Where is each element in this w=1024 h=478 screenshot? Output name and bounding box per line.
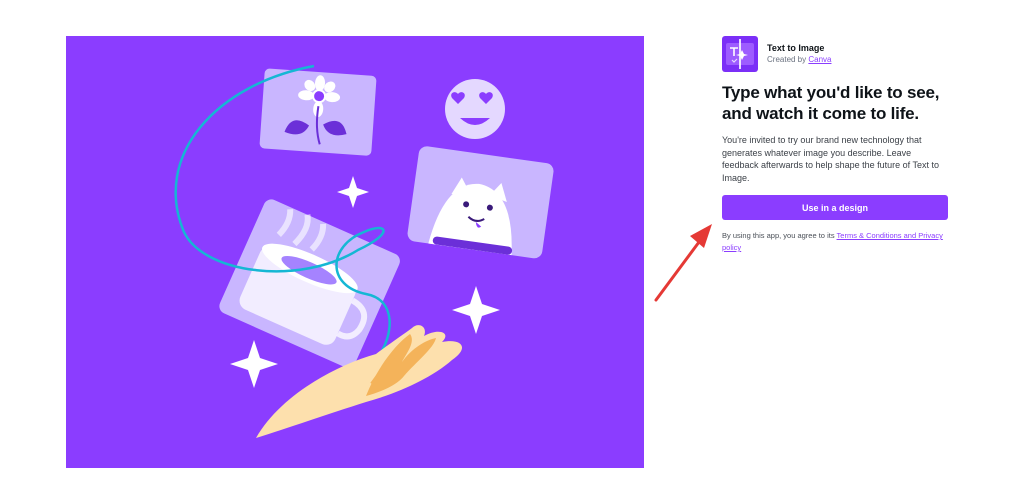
annotation-arrow: [654, 224, 712, 302]
